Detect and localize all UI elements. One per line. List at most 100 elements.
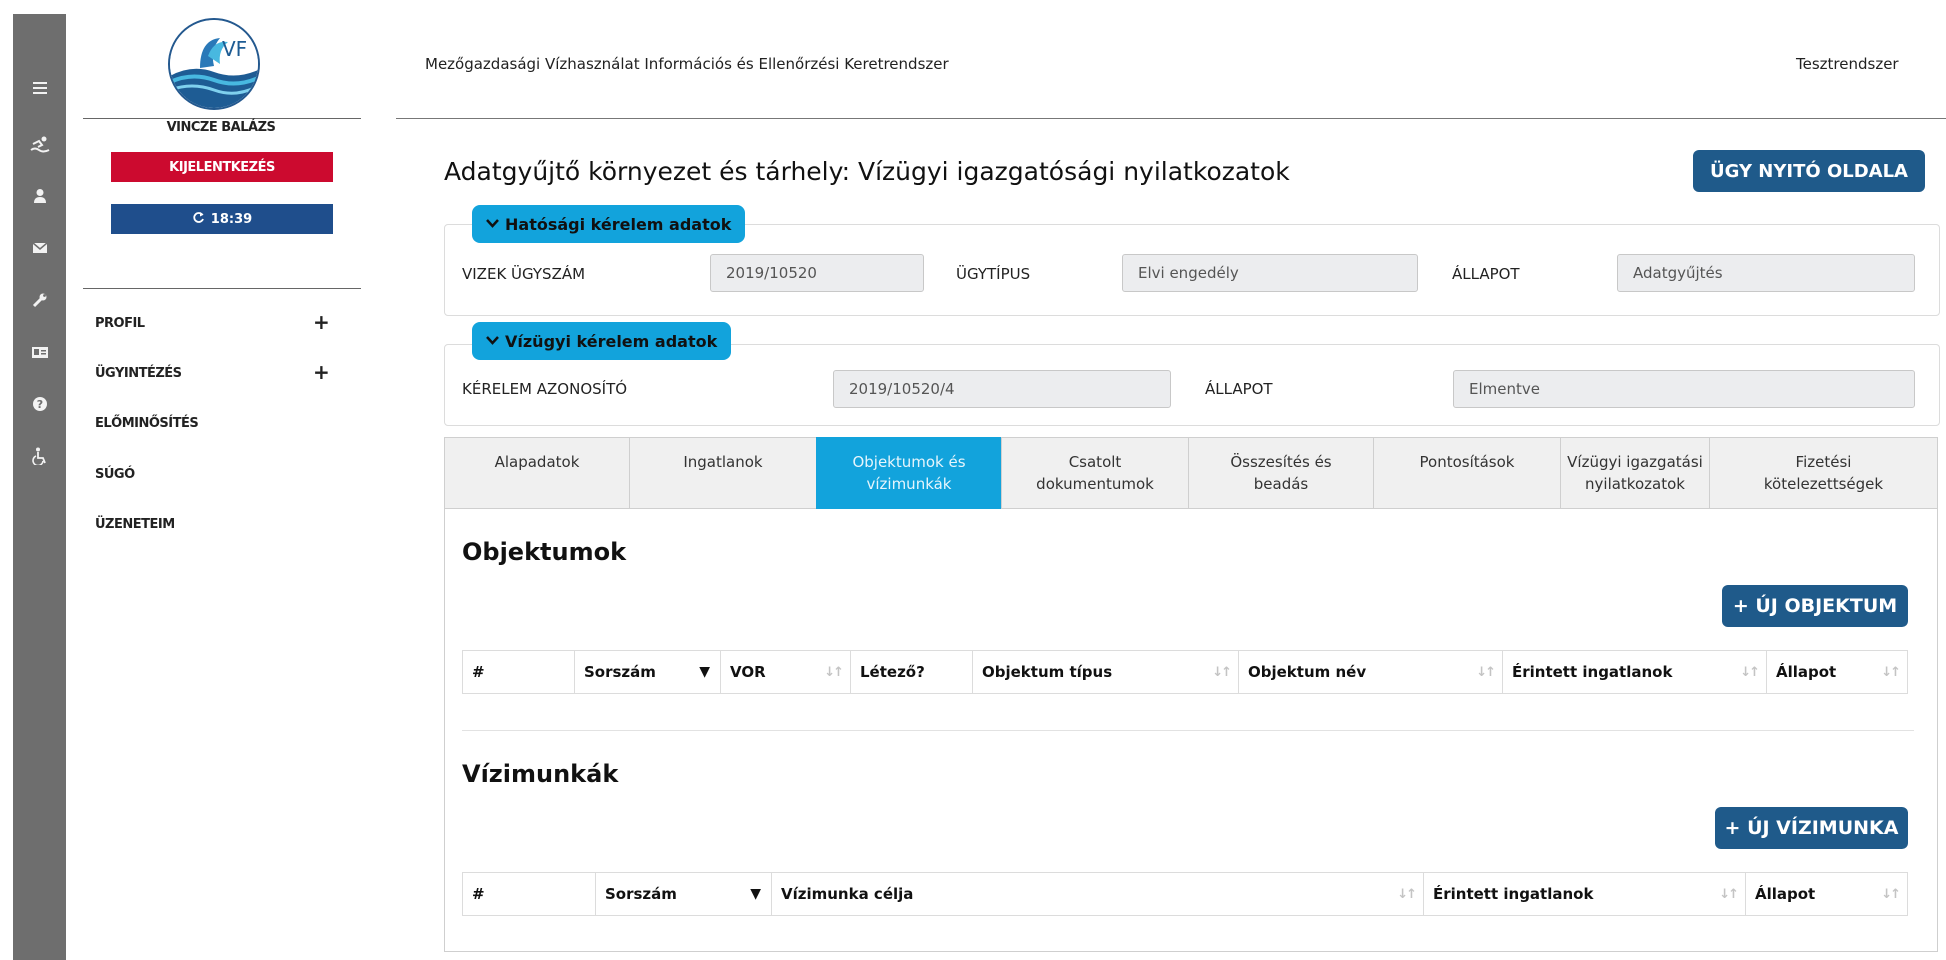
water-request-legend[interactable]: Vízügyi kérelem adatok xyxy=(472,322,732,360)
plus-icon[interactable]: + xyxy=(313,312,330,332)
case-type-field[interactable]: Elvi engedély xyxy=(1122,254,1418,292)
sidebar-divider xyxy=(83,288,361,289)
tab-pontositasok[interactable]: Pontosítások xyxy=(1373,437,1561,509)
column-header-objektum-tipus[interactable]: Objektum típus ↓↑ xyxy=(973,651,1239,693)
sort-icon: ↓↑ xyxy=(1719,886,1739,902)
sort-descending-icon: ▼ xyxy=(750,886,761,902)
header-divider xyxy=(396,118,1946,119)
authority-status-field[interactable]: Adatgyűjtés xyxy=(1617,254,1915,292)
water-request-legend-label: Vízügyi kérelem adatok xyxy=(505,331,718,351)
logout-button[interactable]: KIJELENTKEZÉS xyxy=(111,152,333,182)
tab-label-line2: dokumentumok xyxy=(1036,475,1154,493)
user-name: VINCZE BALÁZS xyxy=(166,120,276,135)
tab-label: Alapadatok xyxy=(494,453,580,471)
case-open-page-button[interactable]: ÜGY NYITÓ OLDALA xyxy=(1693,150,1925,192)
tab-alapadatok[interactable]: Alapadatok xyxy=(444,437,630,509)
tab-vizugyi-igazgatasi-nyilatkozatok[interactable]: Vízügyi igazgatási nyilatkozatok xyxy=(1560,437,1710,509)
sort-icon: ↓↑ xyxy=(824,664,844,680)
new-object-button[interactable]: + ÚJ OBJEKTUM xyxy=(1722,585,1908,627)
page-title: Adatgyűjtő környezet és tárhely: Vízügyi… xyxy=(444,157,1290,186)
case-type-label: ÜGYTÍPUS xyxy=(956,265,1031,283)
column-header-allapot[interactable]: Állapot ↓↑ xyxy=(1767,651,1907,693)
authority-request-legend[interactable]: Hatósági kérelem adatok xyxy=(472,205,746,243)
svg-text:VF: VF xyxy=(222,37,247,61)
tab-label: Vízügyi igazgatási xyxy=(1567,453,1703,471)
tab-label: Objektumok és xyxy=(852,453,966,471)
sort-icon: ↓↑ xyxy=(1881,664,1901,680)
wrench-icon[interactable] xyxy=(13,280,66,320)
chevron-down-icon xyxy=(486,334,499,349)
tab-ingatlanok[interactable]: Ingatlanok xyxy=(629,437,817,509)
sort-descending-icon: ▼ xyxy=(699,664,710,680)
column-header-erintett-ingatlanok[interactable]: Érintett ingatlanok ↓↑ xyxy=(1503,651,1767,693)
sort-icon: ↓↑ xyxy=(1881,886,1901,902)
sidebar-item-label: PROFIL xyxy=(95,316,145,331)
sidebar-item-label: ÜGYINTÉZÉS xyxy=(95,366,182,381)
new-water-work-button[interactable]: + ÚJ VÍZIMUNKA xyxy=(1715,807,1908,849)
id-card-icon[interactable] xyxy=(13,332,66,372)
help-icon[interactable]: ? xyxy=(13,384,66,424)
works-table-header: # Sorszám ▼ Vízimunka célja ↓↑ Érintett … xyxy=(462,872,1908,916)
sidebar: VF VINCZE BALÁZS KIJELENTKEZÉS 18:39 PRO… xyxy=(80,0,362,960)
envelope-icon[interactable] xyxy=(13,228,66,268)
tab-fizetesi-kotelezettsegek[interactable]: Fizetési kötelezettségek xyxy=(1709,437,1938,509)
sidebar-item-elominosites[interactable]: ELŐMINŐSÍTÉS xyxy=(95,416,335,431)
sidebar-item-label: ÜZENETEIM xyxy=(95,517,175,532)
request-id-field[interactable]: 2019/10520/4 xyxy=(833,370,1171,408)
column-header-number[interactable]: # xyxy=(463,651,575,693)
sidebar-item-label: ELŐMINŐSÍTÉS xyxy=(95,416,199,431)
tab-label: Pontosítások xyxy=(1419,453,1515,471)
tab-label: Fizetési xyxy=(1795,453,1852,471)
sort-icon: ↓↑ xyxy=(1212,664,1232,680)
case-number-label: VIZEK ÜGYSZÁM xyxy=(462,265,586,283)
tab-osszesites-es-beadas[interactable]: Összesítés és beadás xyxy=(1188,437,1374,509)
section-divider xyxy=(462,730,1914,731)
session-timer-button[interactable]: 18:39 xyxy=(111,204,333,234)
objects-section-title: Objektumok xyxy=(462,538,627,566)
wheelchair-icon[interactable] xyxy=(13,436,66,476)
sort-icon: ↓↑ xyxy=(1476,664,1496,680)
svg-text:?: ? xyxy=(36,398,42,411)
column-header-objektum-nev[interactable]: Objektum név ↓↑ xyxy=(1239,651,1503,693)
case-number-field[interactable]: 2019/10520 xyxy=(710,254,924,292)
works-section-title: Vízimunkák xyxy=(462,760,619,788)
ovf-logo: VF xyxy=(168,18,260,110)
sidebar-item-uzeneteim[interactable]: ÜZENETEIM xyxy=(95,517,335,532)
authority-request-legend-label: Hatósági kérelem adatok xyxy=(505,214,732,234)
sidebar-item-profil[interactable]: PROFIL + xyxy=(95,312,335,332)
water-status-field[interactable]: Elmentve xyxy=(1453,370,1915,408)
tab-label: Ingatlanok xyxy=(683,453,763,471)
tab-csatolt-dokumentumok[interactable]: Csatolt dokumentumok xyxy=(1001,437,1189,509)
refresh-icon xyxy=(192,211,205,228)
authority-status-label: ÁLLAPOT xyxy=(1452,265,1520,283)
column-header-sorszam[interactable]: Sorszám ▼ xyxy=(596,873,772,915)
column-header-vor[interactable]: VOR ↓↑ xyxy=(721,651,851,693)
chevron-down-icon xyxy=(486,217,499,232)
column-header-sorszam[interactable]: Sorszám ▼ xyxy=(575,651,721,693)
swimmer-icon[interactable] xyxy=(13,124,66,164)
water-status-label: ÁLLAPOT xyxy=(1205,380,1273,398)
objects-table-header: # Sorszám ▼ VOR ↓↑ Létező? Objektum típu… xyxy=(462,650,1908,694)
column-header-vizimunka-celja[interactable]: Vízimunka célja ↓↑ xyxy=(772,873,1424,915)
sidebar-item-sugo[interactable]: SÚGÓ xyxy=(95,467,335,482)
column-header-letezo[interactable]: Létező? xyxy=(851,651,973,693)
environment-label: Tesztrendszer xyxy=(1796,55,1899,73)
menu-icon[interactable] xyxy=(13,68,66,108)
column-header-number[interactable]: # xyxy=(463,873,596,915)
app-title: Mezőgazdasági Vízhasználat Információs é… xyxy=(425,55,949,73)
sidebar-divider xyxy=(83,118,361,119)
user-icon[interactable] xyxy=(13,176,66,216)
tab-label-line2: vízimunkák xyxy=(866,475,952,493)
tab-label-line2: beadás xyxy=(1253,475,1309,493)
tab-objektumok-es-vizimunkak[interactable]: Objektumok és vízimunkák xyxy=(816,437,1002,509)
request-id-label: KÉRELEM AZONOSÍTÓ xyxy=(462,380,628,398)
column-header-erintett-ingatlanok[interactable]: Érintett ingatlanok ↓↑ xyxy=(1424,873,1746,915)
sort-icon: ↓↑ xyxy=(1740,664,1760,680)
column-header-allapot[interactable]: Állapot ↓↑ xyxy=(1746,873,1907,915)
tab-label-line2: kötelezettségek xyxy=(1763,475,1884,493)
session-timer-value: 18:39 xyxy=(210,211,253,227)
sort-icon: ↓↑ xyxy=(1397,886,1417,902)
plus-icon[interactable]: + xyxy=(313,362,330,382)
sidebar-item-ugyintezes[interactable]: ÜGYINTÉZÉS + xyxy=(95,362,335,382)
icon-rail: ? xyxy=(0,0,66,960)
